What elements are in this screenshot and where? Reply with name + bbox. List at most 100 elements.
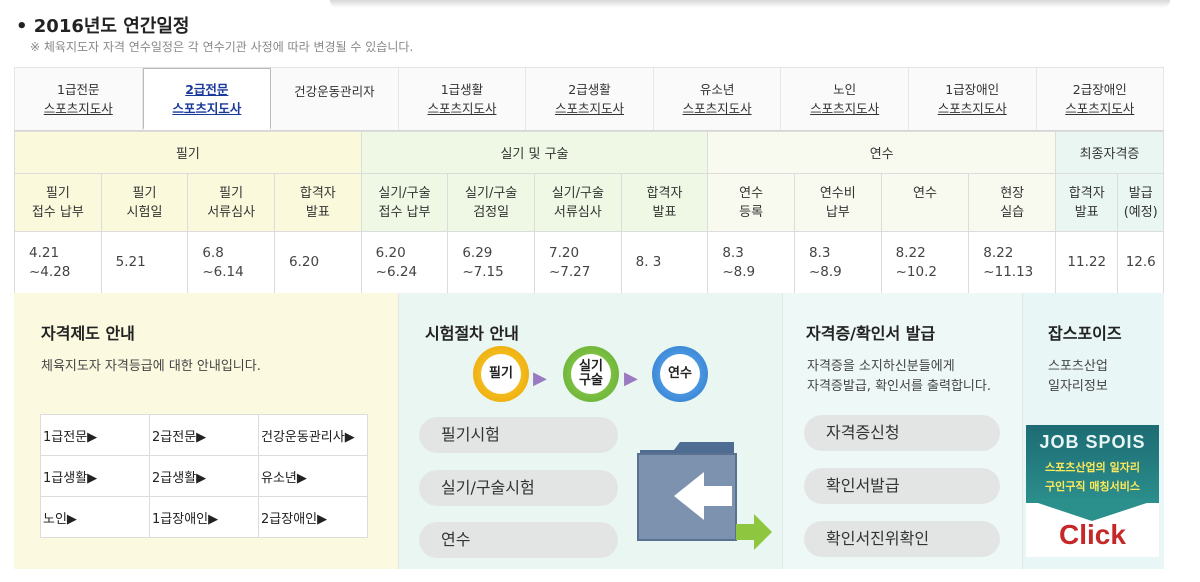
tab-sublabel: 스포츠지도사 xyxy=(172,100,242,116)
group-header-written: 필기 xyxy=(14,131,362,174)
tab-label: 2급전문 xyxy=(185,81,229,97)
tab-sublabel: 스포츠지도사 xyxy=(1065,101,1135,116)
procedure-title: 시험절차 안내 xyxy=(425,324,519,343)
column-header: 합격자 발표 xyxy=(1054,173,1119,232)
tab-sublabel: 스포츠지도사 xyxy=(43,101,113,116)
schedule-cell: 6.8 ~6.14 xyxy=(187,231,275,294)
column-header: 실기/구술 접수 납부 xyxy=(360,173,449,232)
tab-label: 건강운동관리자 xyxy=(294,84,375,99)
guide-description: 체육지도자 자격등급에 대한 안내입니다. xyxy=(41,359,261,374)
tab-label: 2급장애인 xyxy=(1072,82,1127,97)
schedule-cell: 5.21 xyxy=(100,231,189,294)
column-header: 발급 (예정) xyxy=(1117,173,1164,232)
banner-line-2: 구인구직 매칭서비스 xyxy=(1045,480,1140,493)
schedule-cell: 6.20 xyxy=(273,231,362,294)
column-header: 필기 접수 납부 xyxy=(14,173,102,232)
step-written: 필기 xyxy=(473,346,529,402)
column-header: 연수 xyxy=(880,173,970,232)
arrow-right-icon: ▶ xyxy=(533,368,547,389)
tab-sublabel: 스포츠지도사 xyxy=(682,101,752,116)
top-shadow xyxy=(330,0,1170,8)
tab-youth[interactable]: 유소년 스포츠지도사 xyxy=(653,68,782,130)
tab-health-exercise-manager[interactable]: 건강운동관리자 xyxy=(271,68,399,130)
tab-2nd-life-sports[interactable]: 2급생활 스포츠지도사 xyxy=(526,68,654,130)
grade-link[interactable]: 노인▶ xyxy=(40,496,150,538)
schedule-cell: 8.22 ~11.13 xyxy=(968,231,1056,294)
tab-label: 노인 xyxy=(833,82,857,97)
column-header: 합격자 발표 xyxy=(620,173,709,232)
schedule-cell: 8.3 ~8.9 xyxy=(793,231,882,294)
step-label: 실기 구술 xyxy=(579,359,603,388)
page-title: • 2016년도 연간일정 xyxy=(16,16,190,37)
jobspois-description-1: 스포츠산업 xyxy=(1048,359,1108,374)
tab-sublabel: 스포츠지도사 xyxy=(810,101,880,116)
grade-link[interactable]: 2급장애인▶ xyxy=(258,496,368,538)
schedule-cell: 12.6 xyxy=(1117,231,1164,294)
tab-label: 유소년 xyxy=(699,82,735,97)
confirmation-verify-button[interactable]: 확인서진위확인 xyxy=(804,521,1000,557)
confirmation-issue-button[interactable]: 확인서발급 xyxy=(804,468,1000,504)
column-header: 현장 실습 xyxy=(968,173,1056,232)
grade-link[interactable]: 건강운동관리사▶ xyxy=(258,414,368,456)
schedule-cell: 8. 3 xyxy=(620,231,709,294)
grade-link[interactable]: 2급생활▶ xyxy=(149,455,259,497)
grade-link[interactable]: 2급전문▶ xyxy=(149,414,259,456)
tab-sublabel: 스포츠지도사 xyxy=(937,101,1007,116)
tab-label: 1급생활 xyxy=(440,82,484,97)
guide-title: 자격제도 안내 xyxy=(41,324,135,343)
group-header-training: 연수 xyxy=(707,131,1056,174)
tab-label: 2급생활 xyxy=(568,82,611,97)
step-label: 필기 xyxy=(489,366,513,381)
grade-link[interactable]: 1급장애인▶ xyxy=(149,496,259,538)
jobspois-banner[interactable]: JOB SPOIS 스포츠산업의 일자리 구인구직 매칭서비스 Click xyxy=(1026,425,1159,557)
group-header-practical: 실기 및 구술 xyxy=(360,131,709,174)
grade-link[interactable]: 유소년▶ xyxy=(258,455,368,497)
grade-link[interactable]: 1급전문▶ xyxy=(40,414,150,456)
tab-2nd-professional[interactable]: 2급전문 스포츠지도사 xyxy=(142,68,272,130)
banner-line-1: 스포츠산업의 일자리 xyxy=(1045,461,1140,474)
column-header: 필기 시험일 xyxy=(100,173,189,232)
tab-1st-life-sports[interactable]: 1급생활 스포츠지도사 xyxy=(398,68,527,130)
step-practical-oral: 실기 구술 xyxy=(563,346,619,402)
grade-link[interactable]: 1급생활▶ xyxy=(40,455,150,497)
schedule-cell: 4.21 ~4.28 xyxy=(14,231,102,294)
group-header-final: 최종자격증 xyxy=(1055,131,1164,174)
certificate-title: 자격증/확인서 발급 xyxy=(806,324,936,343)
schedule-cell: 7.20 ~7.27 xyxy=(533,231,622,294)
tab-2nd-disabled[interactable]: 2급장애인 스포츠지도사 xyxy=(1036,68,1165,130)
practical-oral-exam-button[interactable]: 실기/구술시험 xyxy=(419,470,618,506)
page-note: ※ 체육지도자 자격 연수일정은 각 연수기관 사정에 따라 변경될 수 있습니… xyxy=(30,40,414,54)
column-header: 실기/구술 서류심사 xyxy=(533,173,622,232)
column-header: 연수 등록 xyxy=(707,173,795,232)
banner-click-label: Click xyxy=(1059,519,1126,550)
tab-senior[interactable]: 노인 스포츠지도사 xyxy=(781,68,909,130)
column-header: 필기 서류심사 xyxy=(187,173,275,232)
training-button[interactable]: 연수 xyxy=(419,522,618,558)
jobspois-description-2: 일자리정보 xyxy=(1048,379,1108,394)
schedule-cell: 6.20 ~6.24 xyxy=(360,231,449,294)
banner-heading: JOB SPOIS xyxy=(1039,432,1146,452)
tab-sublabel: 스포츠지도사 xyxy=(427,101,497,116)
schedule-cell: 6.29 ~7.15 xyxy=(447,231,535,294)
grade-link-grid: 1급전문▶ 2급전문▶ 건강운동관리사▶ 1급생활▶ 2급생활▶ 유소년▶ 노인… xyxy=(40,414,368,538)
schedule-cell: 8.22 ~10.2 xyxy=(880,231,970,294)
step-training: 연수 xyxy=(652,346,708,402)
certificate-description-1: 자격증을 소지하신분들에게 xyxy=(807,359,955,374)
folder-arrow-icon xyxy=(637,442,772,550)
jobspois-title: 잡스포이즈 xyxy=(1048,324,1122,343)
schedule-cell: 8.3 ~8.9 xyxy=(707,231,795,294)
tab-sublabel: 스포츠지도사 xyxy=(555,101,625,116)
column-header: 연수비 납부 xyxy=(793,173,882,232)
schedule-table: 필기 실기 및 구술 연수 최종자격증 필기 접수 납부 필기 시험일 필기 서류심사… xyxy=(14,131,1164,294)
tab-label: 1급장애인 xyxy=(945,82,1000,97)
step-label: 연수 xyxy=(668,366,692,381)
column-header: 합격자 발표 xyxy=(273,173,362,232)
certificate-apply-button[interactable]: 자격증신청 xyxy=(804,415,1000,451)
tab-1st-disabled[interactable]: 1급장애인 스포츠지도사 xyxy=(908,68,1037,130)
written-exam-button[interactable]: 필기시험 xyxy=(419,417,618,453)
tab-1st-professional[interactable]: 1급전문 스포츠지도사 xyxy=(14,68,143,130)
column-header: 실기/구술 검정일 xyxy=(447,173,535,232)
qualification-tabs: 1급전문 스포츠지도사 2급전문 스포츠지도사 건강운동관리자 1급생활 스포츠… xyxy=(14,67,1165,131)
certificate-description-2: 자격증발급, 확인서를 출력합니다. xyxy=(807,379,991,394)
tab-label: 1급전문 xyxy=(57,82,100,97)
